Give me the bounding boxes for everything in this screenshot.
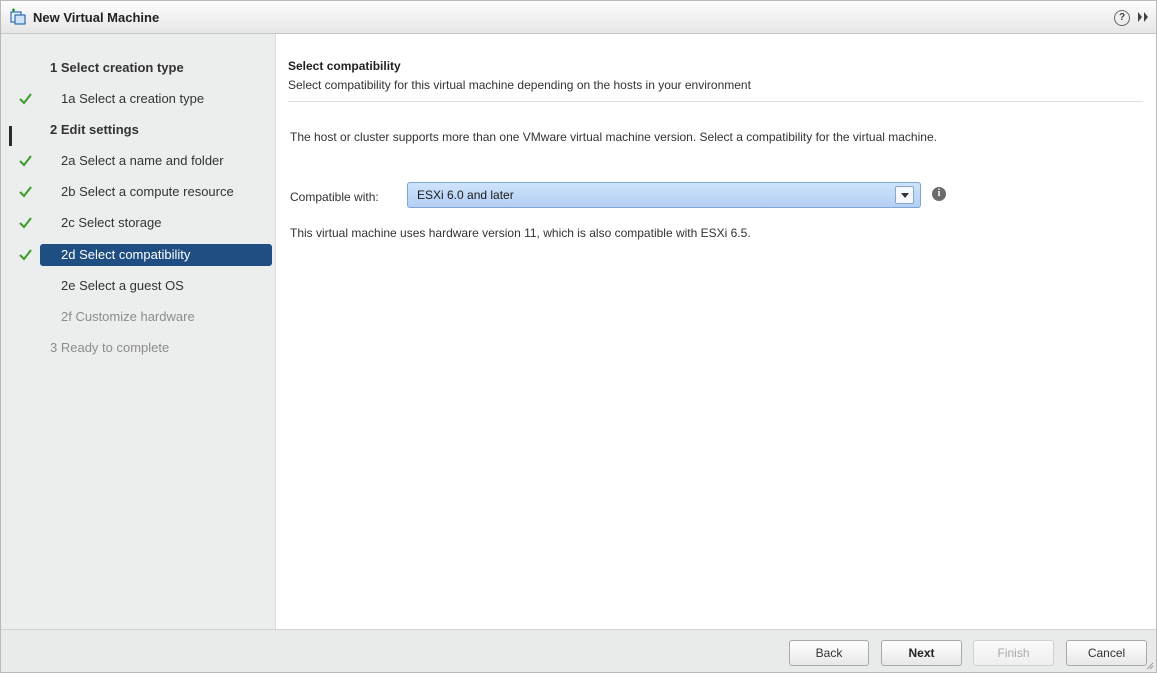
finish-button: Finish [973, 640, 1054, 666]
step-label: 2e Select a guest OS [61, 278, 184, 293]
compatible-with-label: Compatible with: [290, 190, 379, 204]
page-title: Select compatibility [288, 59, 401, 73]
next-button[interactable]: Next [881, 640, 962, 666]
help-icon[interactable]: ? [1114, 10, 1130, 26]
title-bar: New Virtual Machine ? [1, 1, 1156, 34]
compatibility-info-text: The host or cluster supports more than o… [290, 130, 937, 144]
new-vm-icon [10, 8, 26, 25]
main-content: Select compatibility Select compatibilit… [277, 34, 1156, 629]
wizard-footer: Back Next Finish Cancel [1, 629, 1156, 672]
chevron-down-icon [901, 193, 909, 198]
header-divider [288, 101, 1143, 102]
check-icon [19, 249, 32, 261]
step-label: 2 Edit settings [50, 122, 139, 137]
dropdown-button[interactable] [895, 186, 914, 204]
window-title: New Virtual Machine [33, 10, 160, 25]
new-vm-wizard-window: New Virtual Machine ? 1 Select creation … [0, 0, 1157, 673]
info-icon[interactable]: i [932, 187, 946, 201]
back-button[interactable]: Back [789, 640, 869, 666]
step-label: 2c Select storage [61, 215, 162, 230]
step-label: 1 Select creation type [50, 60, 184, 75]
side-marker [9, 126, 12, 146]
check-icon [19, 217, 32, 229]
check-icon [19, 155, 32, 167]
check-icon [19, 93, 32, 105]
step-label: 2a Select a name and folder [61, 153, 224, 168]
expand-icon[interactable] [1136, 9, 1150, 25]
step-label: 3 Ready to complete [50, 340, 170, 355]
hardware-version-note: This virtual machine uses hardware versi… [290, 226, 751, 240]
resize-grip-icon[interactable] [1146, 662, 1154, 670]
wizard-steps-sidebar: 1 Select creation type 1a Select a creat… [1, 34, 276, 629]
page-subtitle: Select compatibility for this virtual ma… [288, 78, 751, 92]
step-label: 2b Select a compute resource [61, 184, 234, 199]
compatibility-select[interactable]: ESXi 6.0 and later [407, 182, 921, 208]
compatibility-select-value: ESXi 6.0 and later [417, 188, 514, 202]
step-label: 1a Select a creation type [61, 91, 205, 106]
check-icon [19, 186, 32, 198]
step-label: 2f Customize hardware [61, 309, 195, 324]
step-2d-select-compatibility[interactable]: 2d Select compatibility [19, 244, 272, 266]
step-label: 2d Select compatibility [61, 247, 191, 262]
cancel-button[interactable]: Cancel [1066, 640, 1147, 666]
